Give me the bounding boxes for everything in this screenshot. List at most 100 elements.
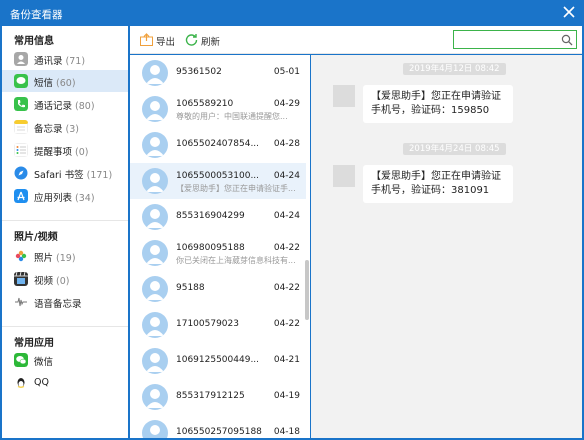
sidebar-item-count: (19) <box>56 253 76 264</box>
message-preview: 尊敬的用户：中国联通提醒您... <box>176 112 288 121</box>
sender-number: 1065500053100... <box>176 171 260 181</box>
sidebar-item-count: (60) <box>56 78 76 89</box>
sidebar-item-reminders[interactable]: 提醒事项 (0) <box>2 139 128 161</box>
window-title: 备份查看器 <box>10 9 63 21</box>
section-title-common-info: 常用信息 <box>14 36 54 47</box>
message-date: 04-19 <box>273 391 300 401</box>
qq-icon <box>17 378 25 388</box>
sidebar-item-label: 照片 <box>34 253 54 264</box>
message-timestamp: 2019年4月24日 08:45 <box>403 143 506 155</box>
avatar <box>142 132 168 158</box>
sidebar-item-label: 视频 <box>34 276 54 287</box>
sidebar-item-count: (80) <box>75 101 95 112</box>
sender-number: 1065589210 <box>176 99 234 109</box>
avatar <box>142 384 168 410</box>
avatar <box>142 168 168 194</box>
wechat-icon <box>14 353 28 367</box>
sidebar-item-count: (3) <box>65 124 80 135</box>
sidebar-item-safari-bookmarks[interactable]: Safari 书签 (171) <box>2 162 128 184</box>
sidebar-item-videos[interactable]: 视频 (0) <box>2 268 128 290</box>
sidebar-item-qq[interactable]: QQ <box>2 372 128 394</box>
sidebar-item-label: QQ <box>34 377 49 388</box>
sidebar-item-label: 微信 <box>34 357 54 368</box>
message-icon <box>14 74 28 88</box>
sidebar-item-label: 备忘录 <box>34 124 63 135</box>
search-icon[interactable] <box>561 34 573 46</box>
sender-number: 855316904299 <box>176 211 245 221</box>
message-date: 04-22 <box>273 243 300 253</box>
sidebar-item-label: 应用列表 <box>34 193 73 204</box>
avatar <box>142 240 168 266</box>
close-icon[interactable] <box>562 5 576 19</box>
list-item[interactable]: 106550257095188 04-18 <box>130 415 306 438</box>
list-item[interactable]: 1065502407854... 04-28 <box>130 127 306 163</box>
sidebar-item-label: 提醒事项 <box>34 147 73 158</box>
list-item[interactable]: 855316904299 04-24 <box>130 199 306 235</box>
sender-number: 855317912125 <box>176 391 245 401</box>
sidebar-item-notes[interactable]: 备忘录 (3) <box>2 116 128 138</box>
avatar <box>142 96 168 122</box>
message-list: 95361502 05-01 1065589210 04-29 尊敬的用户：中国… <box>130 55 310 438</box>
message-date: 04-28 <box>273 139 300 149</box>
title-bar: 备份查看器 <box>0 0 584 26</box>
sender-number: 1069125500449... <box>176 355 260 365</box>
sender-number: 106550257095188 <box>176 427 262 437</box>
message-timestamp: 2019年4月12日 08:42 <box>403 63 506 75</box>
refresh-label: 刷新 <box>201 37 221 48</box>
refresh-button[interactable]: 刷新 <box>185 33 225 48</box>
message-preview: 【爱思助手】您正在申请验证手... <box>176 184 296 193</box>
sidebar-item-count: (0) <box>56 276 70 287</box>
export-button[interactable]: 导出 <box>140 33 180 48</box>
export-label: 导出 <box>156 37 176 48</box>
video-icon <box>14 272 28 286</box>
message-date: 05-01 <box>273 67 300 77</box>
sidebar-item-messages[interactable]: 短信 (60) <box>2 70 128 92</box>
list-item[interactable]: 855317912125 04-19 <box>130 379 306 415</box>
sidebar-item-label: 短信 <box>34 78 54 89</box>
sender-number: 1065502407854... <box>176 139 260 149</box>
message-date: 04-22 <box>273 319 300 329</box>
refresh-icon <box>185 34 198 46</box>
list-item[interactable]: 106980095188 04-22 你已关闭在上海葳芽信息科技有... <box>130 235 306 271</box>
sidebar: 常用信息 通讯录 (71) 短信 (60) 通话记录 (80) 备忘录 (3) … <box>2 26 128 438</box>
list-item[interactable]: 95188 04-22 <box>130 271 306 307</box>
section-title-photos-videos: 照片/视频 <box>14 232 58 243</box>
message-date: 04-21 <box>273 355 300 365</box>
sidebar-item-label: Safari 书签 <box>34 170 84 181</box>
list-item[interactable]: 1065500053100... 04-24 【爱思助手】您正在申请验证手... <box>130 163 306 199</box>
list-item[interactable]: 1069125500449... 04-21 <box>130 343 306 379</box>
message-preview: 你已关闭在上海葳芽信息科技有... <box>176 256 296 265</box>
sidebar-item-app-list[interactable]: 应用列表 (34) <box>2 185 128 207</box>
message-date: 04-24 <box>273 171 300 181</box>
sidebar-item-call-log[interactable]: 通话记录 (80) <box>2 93 128 115</box>
sidebar-item-voice-memos[interactable]: 语音备忘录 <box>2 291 128 313</box>
sidebar-item-label: 通讯录 <box>34 56 63 67</box>
search-box <box>453 30 577 49</box>
message-bubble: 【爱思助手】您正在申请验证手机号，验证码：381091 <box>363 165 513 203</box>
sidebar-item-contacts[interactable]: 通讯录 (71) <box>2 48 128 70</box>
sidebar-item-count: (71) <box>65 56 86 67</box>
sidebar-item-wechat[interactable]: 微信 <box>2 349 128 371</box>
sidebar-item-count: (0) <box>75 147 89 158</box>
message-date: 04-29 <box>273 99 300 109</box>
sender-number: 106980095188 <box>176 243 245 253</box>
photos-icon <box>14 249 28 263</box>
sidebar-item-label: 语音备忘录 <box>34 299 82 310</box>
reminders-icon <box>14 143 28 157</box>
section-title-common-apps: 常用应用 <box>14 338 54 349</box>
avatar <box>142 348 168 374</box>
message-date: 04-22 <box>273 283 300 293</box>
phone-icon <box>14 97 28 111</box>
toolbar: 导出 刷新 <box>130 26 582 54</box>
avatar <box>142 420 168 438</box>
list-item[interactable]: 1065589210 04-29 尊敬的用户：中国联通提醒您... <box>130 91 306 127</box>
message-date: 04-18 <box>273 427 300 437</box>
sidebar-item-photos[interactable]: 照片 (19) <box>2 245 128 267</box>
sidebar-divider <box>2 326 128 327</box>
list-scrollbar[interactable] <box>305 260 309 320</box>
list-item[interactable]: 17100579023 04-22 <box>130 307 306 343</box>
sidebar-item-count: (34) <box>75 193 95 204</box>
list-item[interactable]: 95361502 05-01 <box>130 55 306 91</box>
search-input[interactable] <box>458 33 558 47</box>
sender-number: 95188 <box>176 283 205 293</box>
